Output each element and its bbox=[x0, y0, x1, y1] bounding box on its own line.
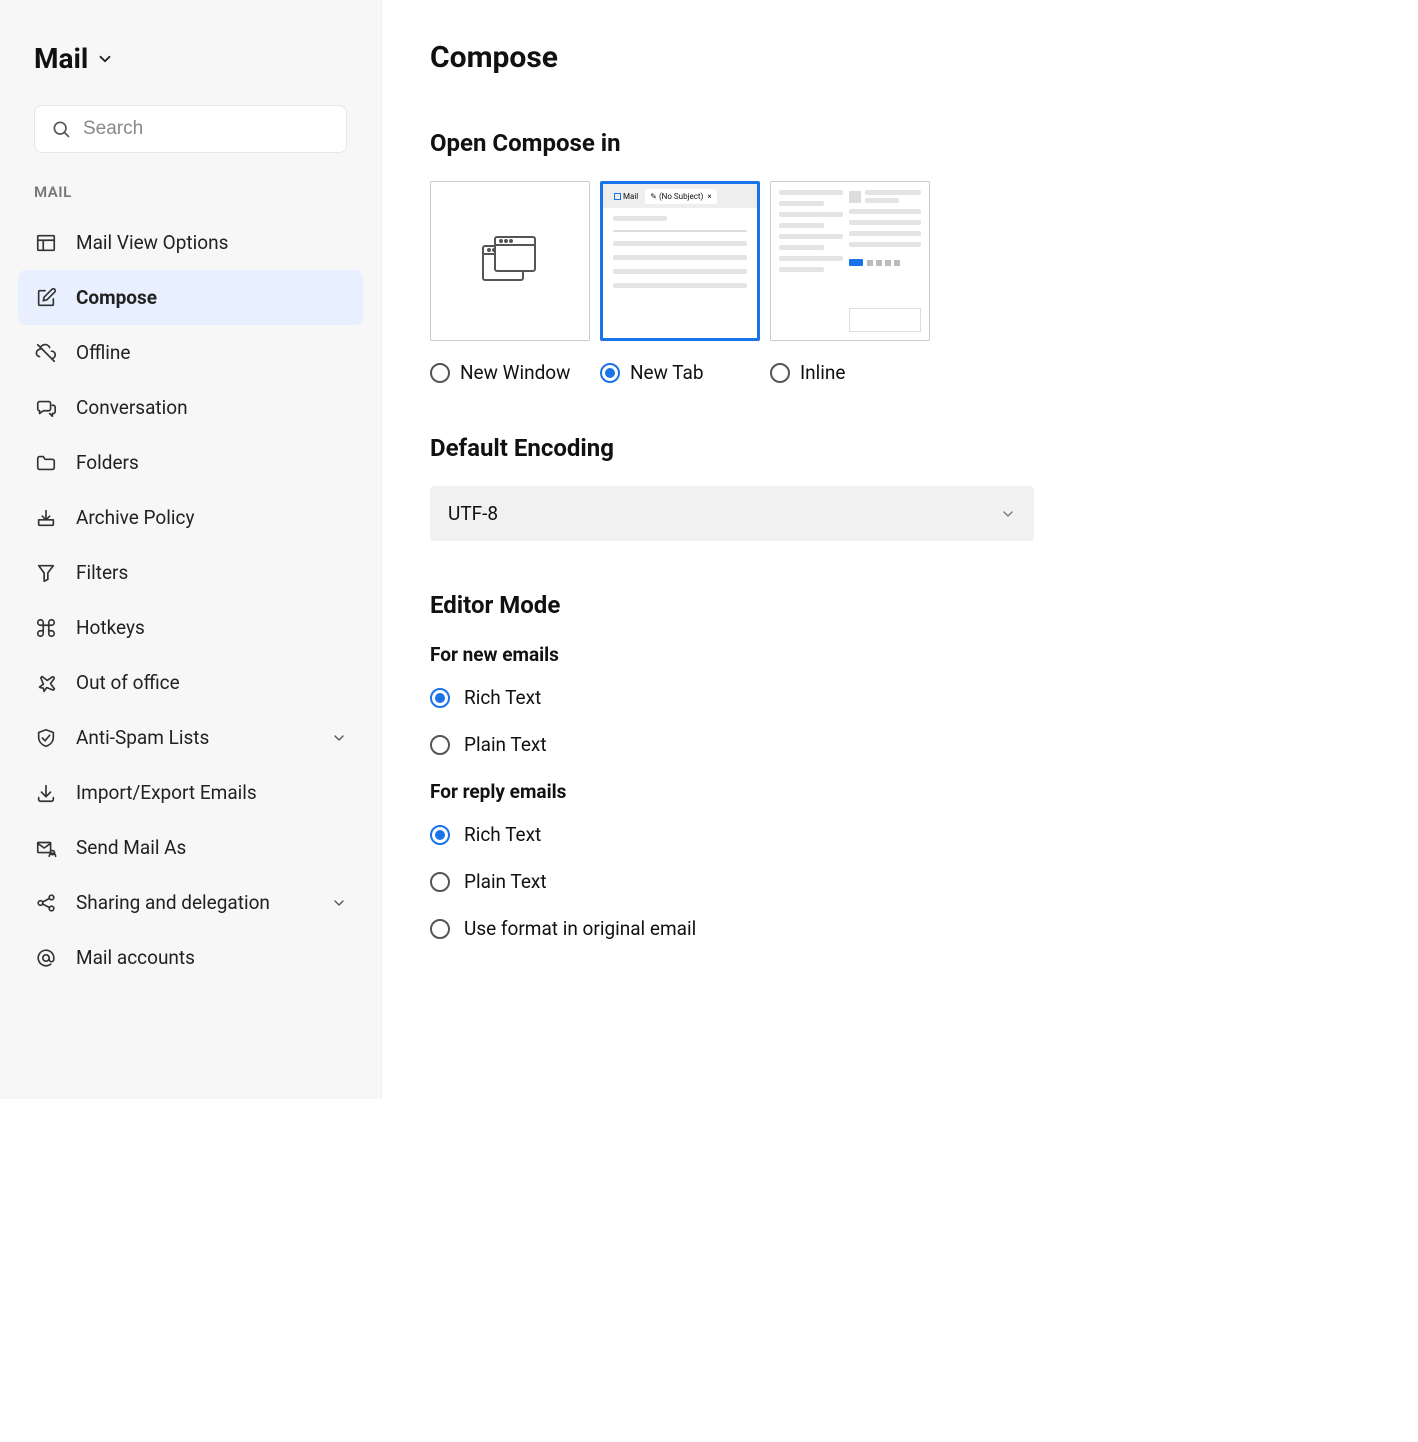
radio-icon bbox=[430, 735, 450, 755]
compose-card-inline[interactable] bbox=[770, 181, 930, 341]
radio-option[interactable]: Use format in original email bbox=[430, 917, 1034, 940]
compose-radio-new-window[interactable]: New Window bbox=[430, 361, 590, 384]
layout-icon bbox=[34, 232, 58, 254]
radio-label: Use format in original email bbox=[464, 917, 696, 940]
radio-icon bbox=[430, 825, 450, 845]
radio-label: Rich Text bbox=[464, 823, 541, 846]
sidebar-category-selector[interactable]: Mail bbox=[18, 42, 363, 75]
page-title: Compose bbox=[430, 40, 1034, 75]
sidebar-title: Mail bbox=[34, 42, 88, 75]
compose-radio-new-tab[interactable]: New Tab bbox=[600, 361, 760, 384]
radio-label: Rich Text bbox=[464, 686, 541, 709]
sidebar-item-label: Anti-Spam Lists bbox=[76, 726, 209, 749]
sidebar-item-label: Compose bbox=[76, 286, 157, 309]
sidebar-item-hotkeys[interactable]: Hotkeys bbox=[18, 600, 363, 655]
main-content: Compose Open Compose in Mail ✎(No bbox=[382, 0, 1082, 1099]
airplane-icon bbox=[34, 672, 58, 694]
thumb-tab-mail-label: Mail bbox=[623, 192, 638, 201]
radio-icon bbox=[430, 363, 450, 383]
new-emails-label: For new emails bbox=[430, 643, 1034, 666]
radio-option[interactable]: Plain Text bbox=[430, 733, 1034, 756]
sidebar: Mail MAIL Mail View Options Compose Offlin… bbox=[0, 0, 382, 1099]
sidebar-item-label: Conversation bbox=[76, 396, 188, 419]
sidebar-item-label: Sharing and delegation bbox=[76, 891, 270, 914]
sidebar-item-send-mail-as[interactable]: Send Mail As bbox=[18, 820, 363, 875]
shield-icon bbox=[34, 727, 58, 749]
search-input[interactable] bbox=[83, 118, 330, 140]
compose-view-options: Mail ✎(No Subject)× bbox=[430, 181, 1034, 341]
filter-icon bbox=[34, 562, 58, 584]
sidebar-item-archive-policy[interactable]: Archive Policy bbox=[18, 490, 363, 545]
sidebar-item-label: Mail accounts bbox=[76, 946, 195, 969]
sidebar-item-label: Out of office bbox=[76, 671, 180, 694]
radio-label: Plain Text bbox=[464, 870, 547, 893]
chevron-down-icon bbox=[96, 50, 114, 68]
chevron-down-icon bbox=[331, 895, 347, 911]
compose-radio-inline[interactable]: Inline bbox=[770, 361, 930, 384]
sidebar-item-label: Folders bbox=[76, 451, 139, 474]
encoding-value: UTF-8 bbox=[448, 502, 498, 525]
sidebar-item-offline[interactable]: Offline bbox=[18, 325, 363, 380]
sidebar-item-mail-view-options[interactable]: Mail View Options bbox=[18, 215, 363, 270]
radio-option[interactable]: Rich Text bbox=[430, 823, 1034, 846]
sidebar-item-label: Hotkeys bbox=[76, 616, 145, 639]
editor-mode-heading: Editor Mode bbox=[430, 591, 1034, 619]
edit-icon bbox=[34, 287, 58, 309]
folder-icon bbox=[34, 452, 58, 474]
reply-emails-radio-group: Rich Text Plain Text Use format in origina… bbox=[430, 823, 1034, 940]
reply-emails-label: For reply emails bbox=[430, 780, 1034, 803]
radio-icon bbox=[600, 363, 620, 383]
share-icon bbox=[34, 892, 58, 914]
sidebar-item-filters[interactable]: Filters bbox=[18, 545, 363, 600]
sidebar-item-compose[interactable]: Compose bbox=[18, 270, 363, 325]
radio-label: Inline bbox=[800, 361, 845, 384]
download-icon bbox=[34, 782, 58, 804]
radio-icon bbox=[770, 363, 790, 383]
compose-view-radios: New Window New Tab Inline bbox=[430, 361, 1034, 384]
radio-option[interactable]: Rich Text bbox=[430, 686, 1034, 709]
radio-icon bbox=[430, 872, 450, 892]
archive-icon bbox=[34, 507, 58, 529]
radio-label: New Window bbox=[460, 361, 570, 384]
sidebar-item-anti-spam-lists[interactable]: Anti-Spam Lists bbox=[18, 710, 363, 765]
sidebar-item-mail-accounts[interactable]: Mail accounts bbox=[18, 930, 363, 985]
inline-thumbnail bbox=[771, 182, 929, 340]
encoding-heading: Default Encoding bbox=[430, 434, 1034, 462]
sidebar-nav: Mail View Options Compose Offline Conversat… bbox=[18, 215, 363, 985]
command-icon bbox=[34, 617, 58, 639]
radio-icon bbox=[430, 688, 450, 708]
sidebar-item-label: Offline bbox=[76, 341, 130, 364]
open-compose-heading: Open Compose in bbox=[430, 129, 1034, 157]
chevron-down-icon bbox=[1000, 506, 1016, 522]
thumb-tab-subject-label: (No Subject) bbox=[659, 192, 703, 201]
radio-icon bbox=[430, 919, 450, 939]
compose-card-new-window[interactable] bbox=[430, 181, 590, 341]
sidebar-item-conversation[interactable]: Conversation bbox=[18, 380, 363, 435]
radio-option[interactable]: Plain Text bbox=[430, 870, 1034, 893]
chevron-down-icon bbox=[331, 730, 347, 746]
sidebar-section-label: MAIL bbox=[18, 183, 363, 201]
sidebar-item-folders[interactable]: Folders bbox=[18, 435, 363, 490]
sidebar-item-label: Archive Policy bbox=[76, 506, 194, 529]
compose-card-new-tab[interactable]: Mail ✎(No Subject)× bbox=[600, 181, 760, 341]
sidebar-item-label: Send Mail As bbox=[76, 836, 186, 859]
radio-label: New Tab bbox=[630, 361, 704, 384]
cloud-off-icon bbox=[34, 342, 58, 364]
conversation-icon bbox=[34, 397, 58, 419]
sidebar-item-label: Import/Export Emails bbox=[76, 781, 257, 804]
sidebar-item-sharing-delegation[interactable]: Sharing and delegation bbox=[18, 875, 363, 930]
sidebar-item-label: Mail View Options bbox=[76, 231, 228, 254]
encoding-dropdown[interactable]: UTF-8 bbox=[430, 486, 1034, 541]
new-emails-radio-group: Rich Text Plain Text bbox=[430, 686, 1034, 756]
sidebar-item-out-of-office[interactable]: Out of office bbox=[18, 655, 363, 710]
new-tab-thumbnail: Mail ✎(No Subject)× bbox=[603, 184, 757, 338]
at-icon bbox=[34, 947, 58, 969]
send-as-icon bbox=[34, 837, 58, 859]
search-box[interactable] bbox=[34, 105, 347, 153]
search-icon bbox=[51, 119, 71, 139]
windows-icon bbox=[480, 234, 540, 288]
sidebar-item-label: Filters bbox=[76, 561, 128, 584]
sidebar-item-import-export[interactable]: Import/Export Emails bbox=[18, 765, 363, 820]
radio-label: Plain Text bbox=[464, 733, 547, 756]
